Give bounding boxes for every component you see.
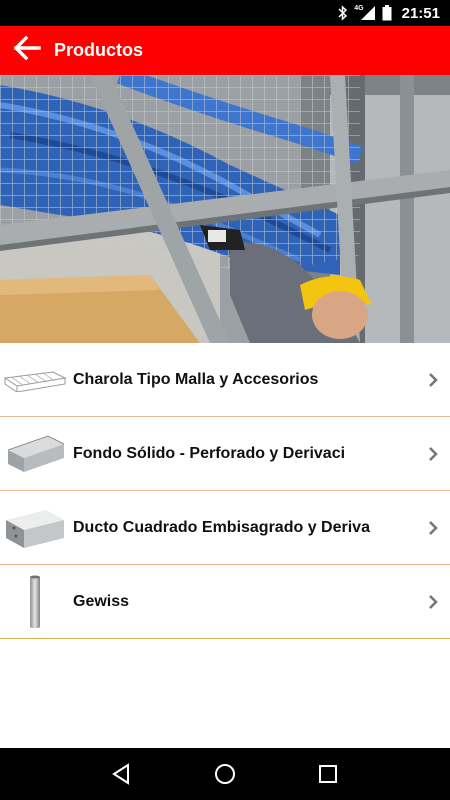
nav-home-button[interactable]: [205, 754, 245, 794]
cable-tray-photo: [0, 75, 450, 343]
wire-mesh-tray-icon: [0, 343, 70, 417]
nav-back-button[interactable]: [102, 754, 142, 794]
hero-image: [0, 75, 450, 343]
nav-recents-icon: [319, 765, 338, 783]
nav-home-icon: [214, 764, 235, 784]
bluetooth-icon: [338, 5, 348, 21]
list-item[interactable]: Gewiss: [0, 565, 450, 639]
chevron-right-icon: [429, 595, 438, 609]
square-duct-icon: [0, 491, 70, 565]
product-label: Ducto Cuadrado Embisagrado y Deriva: [73, 518, 370, 536]
list-item[interactable]: Charola Tipo Malla y Accesorios: [0, 343, 450, 417]
product-label: Charola Tipo Malla y Accesorios: [73, 370, 319, 388]
product-label: Gewiss: [73, 592, 130, 610]
page-title: Productos: [54, 40, 144, 60]
solid-tray-icon: [0, 417, 70, 491]
conduit-tube-icon: [0, 565, 70, 639]
product-list: Charola Tipo Malla y Accesorios Fondo Só…: [0, 343, 450, 639]
chevron-right-icon: [429, 521, 438, 535]
signal-icon: 4G: [354, 5, 375, 21]
list-item[interactable]: Fondo Sólido - Perforado y Derivaci: [0, 417, 450, 491]
list-item[interactable]: Ducto Cuadrado Embisagrado y Deriva: [0, 491, 450, 565]
nav-recents-button[interactable]: [308, 754, 348, 794]
network-type-label: 4G: [354, 4, 364, 12]
nav-back-icon: [111, 763, 129, 785]
app-bar: Productos: [0, 26, 450, 75]
status-time: 21:51: [401, 4, 440, 22]
navigation-bar: [0, 748, 450, 800]
chevron-right-icon: [429, 447, 438, 461]
status-bar: 4G 21:51: [0, 0, 450, 26]
back-button[interactable]: [0, 26, 54, 75]
arrow-left-icon: [13, 35, 41, 65]
chevron-right-icon: [429, 373, 438, 387]
battery-icon: [382, 5, 392, 21]
product-label: Fondo Sólido - Perforado y Derivaci: [73, 444, 346, 462]
